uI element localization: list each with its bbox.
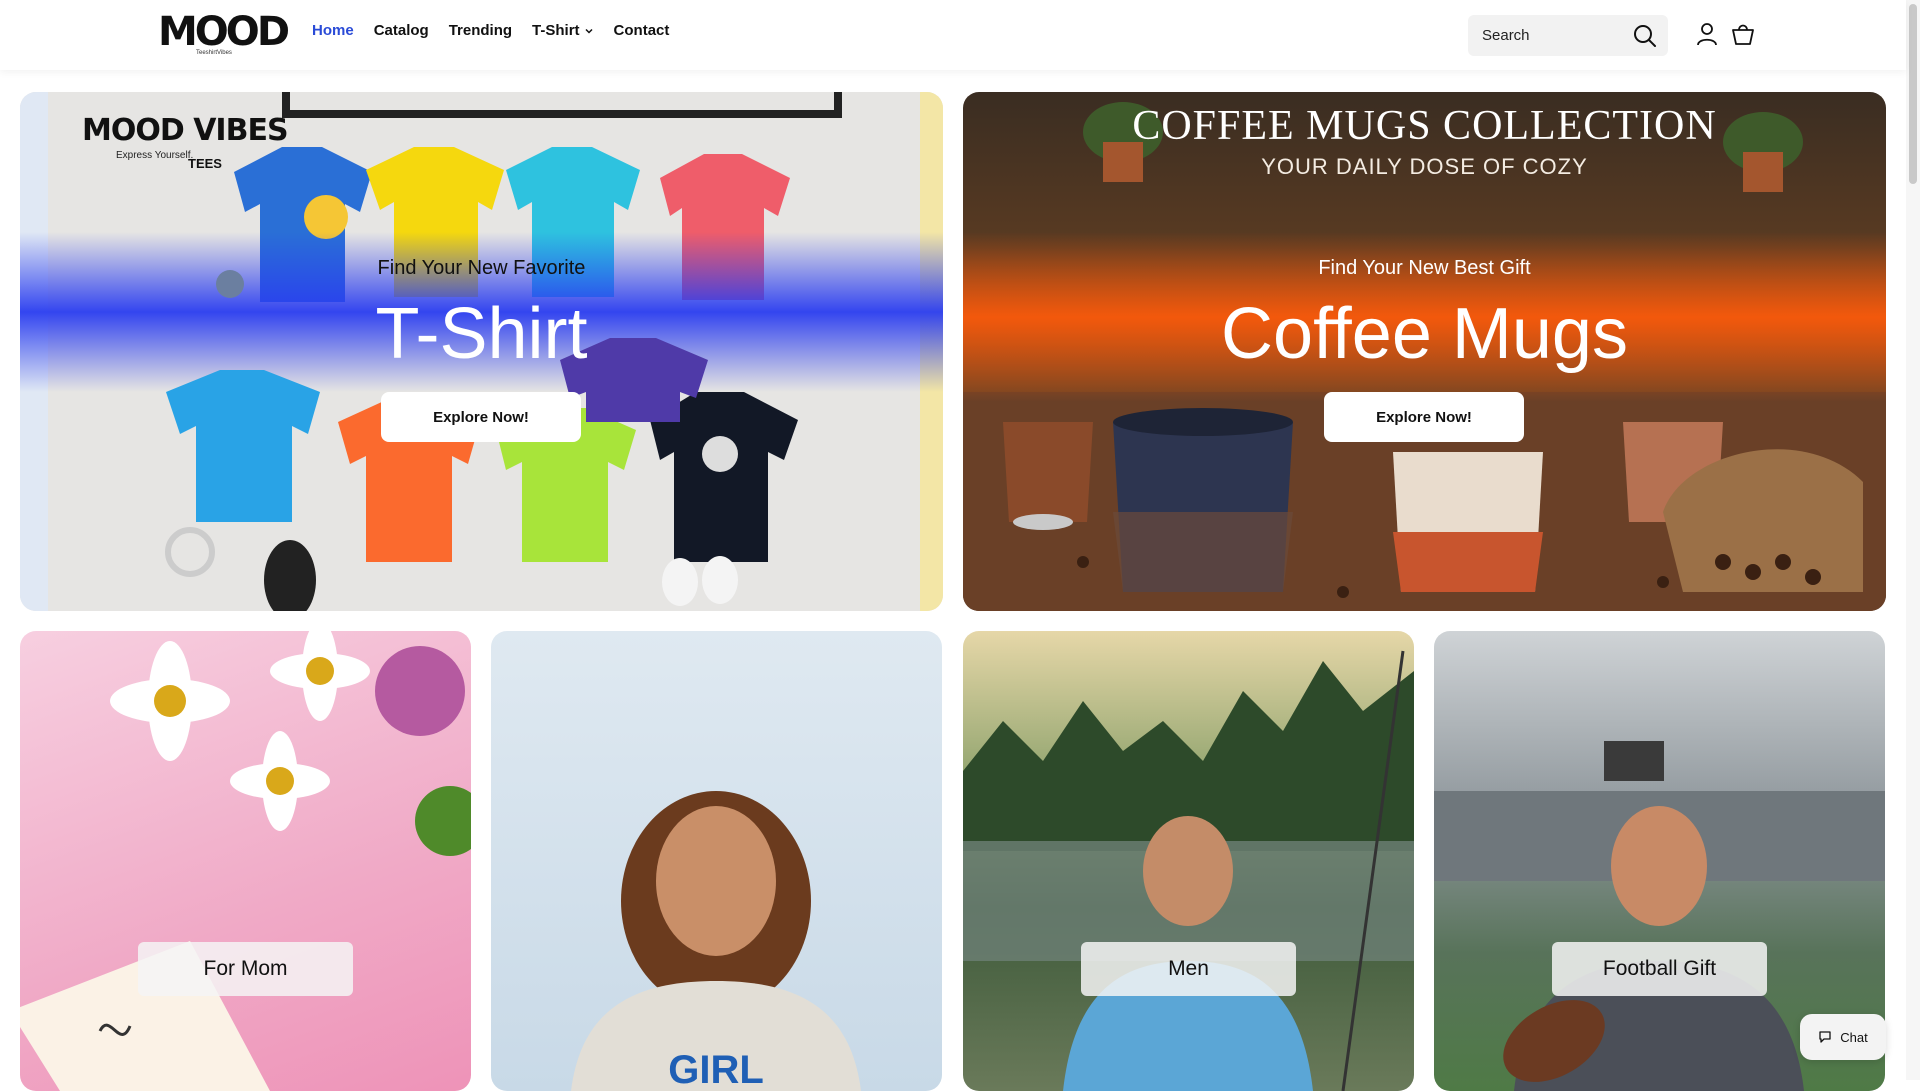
- site-logo[interactable]: MOOD TeeshirtVibes: [158, 10, 290, 58]
- account-icon[interactable]: [1694, 21, 1720, 47]
- nav-trending[interactable]: Trending: [449, 22, 512, 39]
- logo-subtext: TeeshirtVibes: [196, 50, 232, 56]
- girl-shirt-text: GIRL: [668, 1048, 764, 1091]
- men-image: [963, 650, 1414, 1091]
- search-icon[interactable]: [1632, 23, 1658, 49]
- hero-coffee-mugs-banner[interactable]: COFFEE MUGS COLLECTION YOUR DAILY DOSE O…: [963, 92, 1886, 611]
- nav-catalog[interactable]: Catalog: [374, 22, 429, 39]
- for-mom-image: [20, 631, 471, 1091]
- tile-label-for-mom: For Mom: [138, 942, 353, 996]
- tile-for-mom[interactable]: For Mom: [20, 631, 471, 1091]
- tile-label-men: Men: [1081, 942, 1296, 996]
- search-input[interactable]: [1468, 15, 1628, 56]
- hero-coffee-title: Coffee Mugs: [1221, 294, 1628, 374]
- hero-tshirt-title: T-Shirt: [375, 294, 588, 374]
- search-box: [1468, 15, 1668, 56]
- nav-tshirt-dropdown[interactable]: T-Shirt: [532, 22, 594, 39]
- coffee-banner-title: COFFEE MUGS COLLECTION: [1132, 103, 1717, 149]
- tile-men[interactable]: Men: [963, 631, 1414, 1091]
- coffee-banner-subtitle: YOUR DAILY DOSE OF COZY: [1261, 154, 1588, 179]
- chevron-down-icon: [585, 28, 593, 34]
- site-header: MOOD TeeshirtVibes Home Catalog Trending…: [0, 0, 1906, 70]
- women-image: GIRL: [571, 791, 861, 1091]
- chat-button[interactable]: Chat: [1800, 1014, 1886, 1060]
- nav-contact[interactable]: Contact: [614, 22, 670, 39]
- brand-title: MOOD VIBES: [82, 113, 289, 148]
- tile-women[interactable]: GIRL: [491, 631, 942, 1091]
- nav-home[interactable]: Home: [312, 22, 354, 39]
- page-scrollbar[interactable]: [1906, 0, 1920, 1080]
- chat-bubble-icon: [1819, 1031, 1831, 1043]
- logo-wordmark: MOOD: [158, 9, 290, 55]
- tile-label-football-gift: Football Gift: [1552, 942, 1767, 996]
- cart-icon[interactable]: [1730, 21, 1756, 47]
- main-nav: Home Catalog Trending T-Shirt Contact: [312, 22, 669, 39]
- hero-tshirt-banner[interactable]: MOOD VIBES TEES Express Yourself. Find Y…: [20, 92, 943, 611]
- explore-tshirt-button[interactable]: Explore Now!: [381, 392, 581, 442]
- scrollbar-thumb[interactable]: [1909, 4, 1917, 184]
- chat-label: Chat: [1840, 1029, 1868, 1045]
- hero-tshirt-subtitle: Find Your New Favorite: [377, 257, 586, 279]
- mood-vibes-brand-logo: MOOD VIBES TEES Express Yourself.: [82, 113, 289, 172]
- explore-coffee-button[interactable]: Explore Now!: [1324, 392, 1524, 442]
- brand-tees: TEES: [188, 156, 222, 171]
- hero-coffee-subtitle: Find Your New Best Gift: [1318, 257, 1531, 279]
